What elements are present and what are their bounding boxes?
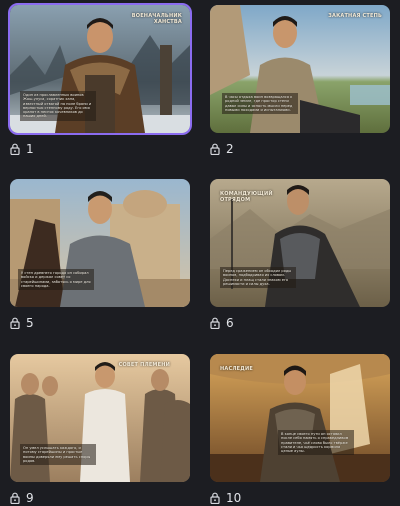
image-thumbnail[interactable]: НАСЛЕДИЕ В конце своего пути он оставил … xyxy=(210,354,390,482)
card-title: ВОЕНАЧАЛЬНИК ХАНСТВА xyxy=(131,13,182,25)
image-card[interactable]: ЗАКАТНАЯ СТЕПЬ В часы отдыха воин возвра… xyxy=(210,5,390,157)
lock-icon xyxy=(10,317,20,329)
card-caption: Он умел услышать каждого, и потому старе… xyxy=(20,444,96,466)
image-grid: ВОЕНАЧАЛЬНИК ХАНСТВА Один из прославленн… xyxy=(0,0,400,506)
card-number: 5 xyxy=(26,316,34,330)
image-thumbnail[interactable]: СОВЕТ ПЛЕМЕНИ Он умел услышать каждого, … xyxy=(10,354,190,482)
image-card[interactable]: ВОЕНАЧАЛЬНИК ХАНСТВА Один из прославленн… xyxy=(8,3,192,157)
image-card[interactable]: У стен древнего города он собирал войско… xyxy=(10,179,190,331)
card-caption: Перед сражением он обходил ряды воинов, … xyxy=(220,267,296,289)
lock-icon xyxy=(210,317,220,329)
image-card[interactable]: СОВЕТ ПЛЕМЕНИ Он умел услышать каждого, … xyxy=(10,354,190,506)
lock-icon xyxy=(10,143,20,155)
image-thumbnail[interactable]: У стен древнего города он собирал войско… xyxy=(10,179,190,307)
card-title: СОВЕТ ПЛЕМЕНИ xyxy=(118,362,170,368)
lock-icon xyxy=(10,492,20,504)
seated-ruler-tent-illustration xyxy=(210,354,390,482)
card-number: 2 xyxy=(226,142,234,156)
card-caption: В конце своего пути он оставил после себ… xyxy=(278,430,354,456)
card-title: КОМАНДУЮЩИЙ ОТРЯДОМ xyxy=(220,191,273,203)
card-caption: У стен древнего города он собирал войско… xyxy=(18,269,94,291)
card-caption: Один из прославленных воинов Жош-улуса, … xyxy=(20,91,96,121)
card-number: 6 xyxy=(226,316,234,330)
card-title: ЗАКАТНАЯ СТЕПЬ xyxy=(328,13,382,19)
card-number: 10 xyxy=(226,491,242,505)
image-thumbnail[interactable]: ЗАКАТНАЯ СТЕПЬ В часы отдыха воин возвра… xyxy=(210,5,390,133)
image-card[interactable]: КОМАНДУЮЩИЙ ОТРЯДОМ Перед сражением он о… xyxy=(210,179,390,331)
lock-icon xyxy=(210,143,220,155)
card-number: 9 xyxy=(26,491,34,505)
image-card[interactable]: НАСЛЕДИЕ В конце своего пути он оставил … xyxy=(210,354,390,506)
image-thumbnail[interactable]: ВОЕНАЧАЛЬНИК ХАНСТВА Один из прославленн… xyxy=(8,3,192,135)
image-thumbnail[interactable]: КОМАНДУЮЩИЙ ОТРЯДОМ Перед сражением он о… xyxy=(210,179,390,307)
card-title: НАСЛЕДИЕ xyxy=(220,366,253,372)
card-number: 1 xyxy=(26,142,34,156)
card-caption: В часы отдыха воин возвращался к родной … xyxy=(222,93,298,115)
lock-icon xyxy=(210,492,220,504)
